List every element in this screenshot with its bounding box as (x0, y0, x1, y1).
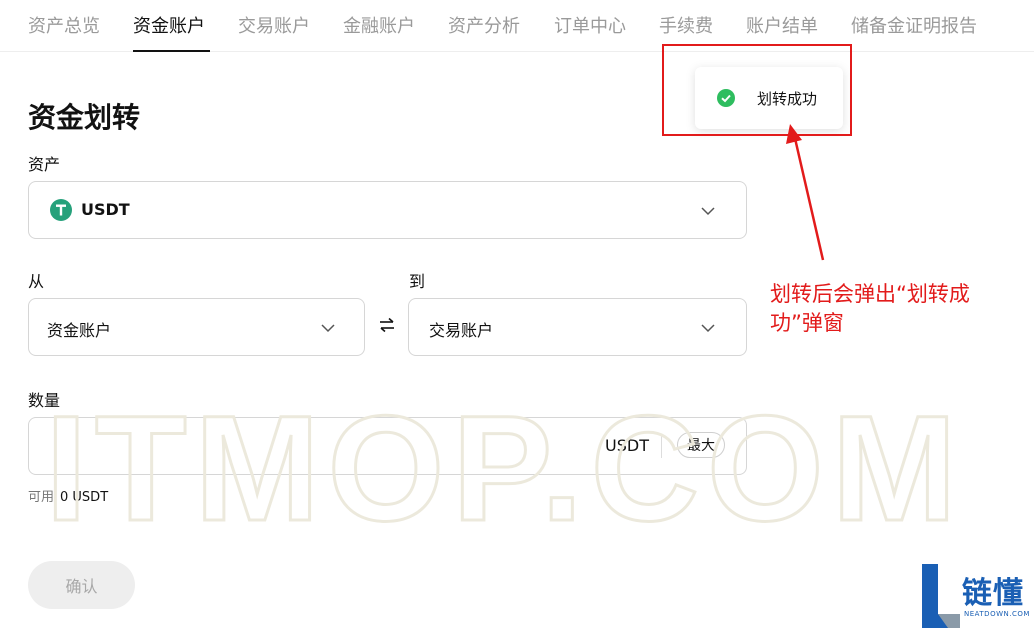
annotation-arrow (786, 124, 825, 261)
chevron-down-icon (701, 324, 715, 333)
svg-text:ITMOP.COM: ITMOP.COM (45, 400, 964, 535)
chevron-down-icon (321, 324, 335, 333)
watermark: ITMOP.COM (44, 400, 964, 535)
tether-icon (50, 199, 72, 221)
to-account-select[interactable]: 交易账户 (408, 298, 747, 356)
to-label: 到 (409, 272, 426, 291)
page-title: 资金划转 (28, 101, 141, 134)
tab-funding-account[interactable]: 资金账户 (133, 12, 205, 38)
tab-asset-overview[interactable]: 资产总览 (28, 12, 100, 38)
swap-arrows-icon[interactable] (377, 315, 397, 335)
tab-proof-of-reserves[interactable]: 储备金证明报告 (851, 12, 977, 38)
tab-account-statement[interactable]: 账户结单 (746, 12, 818, 38)
annotation-text: 划转后会弹出“划转成功”弹窗 (770, 282, 970, 335)
from-account-select[interactable]: 资金账户 (28, 298, 365, 356)
confirm-button[interactable]: 确认 (28, 561, 135, 609)
tab-financial-account[interactable]: 金融账户 (343, 12, 415, 38)
to-account-value: 交易账户 (429, 321, 494, 340)
tab-fees[interactable]: 手续费 (659, 12, 713, 38)
tab-asset-analysis[interactable]: 资产分析 (448, 12, 520, 38)
brand-domain: NEATDOWN.COM (964, 610, 1030, 618)
tab-trading-account[interactable]: 交易账户 (238, 12, 310, 38)
from-account-value: 资金账户 (47, 321, 112, 340)
chevron-down-icon (701, 207, 715, 216)
asset-value: USDT (81, 200, 130, 219)
brand-name: 链懂 (962, 576, 1024, 611)
asset-select[interactable]: USDT (28, 181, 747, 239)
account-nav: 资产总览 资金账户 交易账户 金融账户 资产分析 订单中心 手续费 账户结单 储… (0, 0, 1034, 52)
from-label: 从 (28, 272, 45, 291)
tab-order-center[interactable]: 订单中心 (554, 12, 626, 38)
asset-label: 资产 (28, 155, 61, 174)
active-tab-indicator (133, 50, 210, 52)
